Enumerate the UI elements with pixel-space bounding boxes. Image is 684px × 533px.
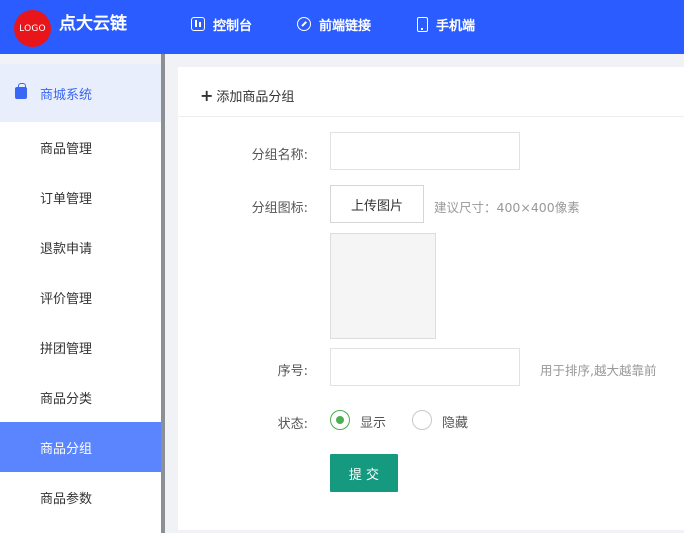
nav-frontend-link-label: 前端链接 [319, 18, 372, 34]
plus-icon: + [200, 86, 214, 105]
nav-mobile-label: 手机端 [436, 18, 476, 34]
top-header: LOGO 点大云链 控制台 前端链接 手机端 [0, 0, 684, 54]
control-panel-icon [191, 17, 205, 31]
sidebar-section-label: 商城系统 [40, 87, 93, 103]
order-label: 序号: [277, 364, 308, 379]
order-input[interactable] [330, 348, 520, 386]
add-product-group-link[interactable]: + 添加商品分组 [200, 86, 295, 106]
status-label: 状态: [277, 417, 308, 432]
group-name-label: 分组名称: [251, 148, 308, 163]
group-icon-label: 分组图标: [251, 201, 308, 216]
status-radio-hide[interactable] [412, 410, 432, 430]
group-name-input[interactable] [330, 132, 520, 170]
mobile-phone-icon [417, 16, 428, 32]
sidebar-item-product-management[interactable]: 商品管理 [0, 122, 161, 172]
order-hint: 用于排序,越大越靠前 [540, 363, 657, 378]
nav-control-panel-label: 控制台 [213, 18, 253, 34]
sidebar-item-order-management[interactable]: 订单管理 [0, 172, 161, 222]
shopping-bag-icon [15, 83, 27, 99]
link-icon [297, 17, 311, 31]
sidebar-item-product-category[interactable]: 商品分类 [0, 372, 161, 422]
add-product-group-label: 添加商品分组 [216, 90, 295, 105]
sidebar-item-group-buy-management[interactable]: 拼团管理 [0, 322, 161, 372]
nav-control-panel[interactable]: 控制台 [191, 14, 252, 34]
icon-preview [330, 233, 436, 339]
sidebar-item-refund-request[interactable]: 退款申请 [0, 222, 161, 272]
upload-image-button[interactable]: 上传图片 [330, 185, 424, 223]
sidebar-gap [0, 54, 161, 64]
status-show-label[interactable]: 显示 [360, 412, 386, 431]
sidebar-item-product-params[interactable]: 商品参数 [0, 472, 161, 522]
brand-name: 点大云链 [59, 14, 127, 34]
nav-frontend-link[interactable]: 前端链接 [297, 14, 371, 34]
sidebar-scrollbar[interactable] [161, 54, 165, 533]
sidebar-item-product-group[interactable]: 商品分组 [0, 422, 161, 472]
status-hide-label[interactable]: 隐藏 [442, 412, 468, 431]
sidebar-section-mall[interactable]: 商城系统 [0, 64, 161, 122]
nav-mobile[interactable]: 手机端 [417, 14, 475, 34]
sidebar-item-review-management[interactable]: 评价管理 [0, 272, 161, 322]
logo[interactable]: LOGO [14, 10, 51, 47]
icon-size-hint: 建议尺寸：400×400像素 [434, 200, 580, 215]
status-radio-show[interactable] [330, 410, 350, 430]
submit-button[interactable]: 提 交 [330, 454, 398, 492]
